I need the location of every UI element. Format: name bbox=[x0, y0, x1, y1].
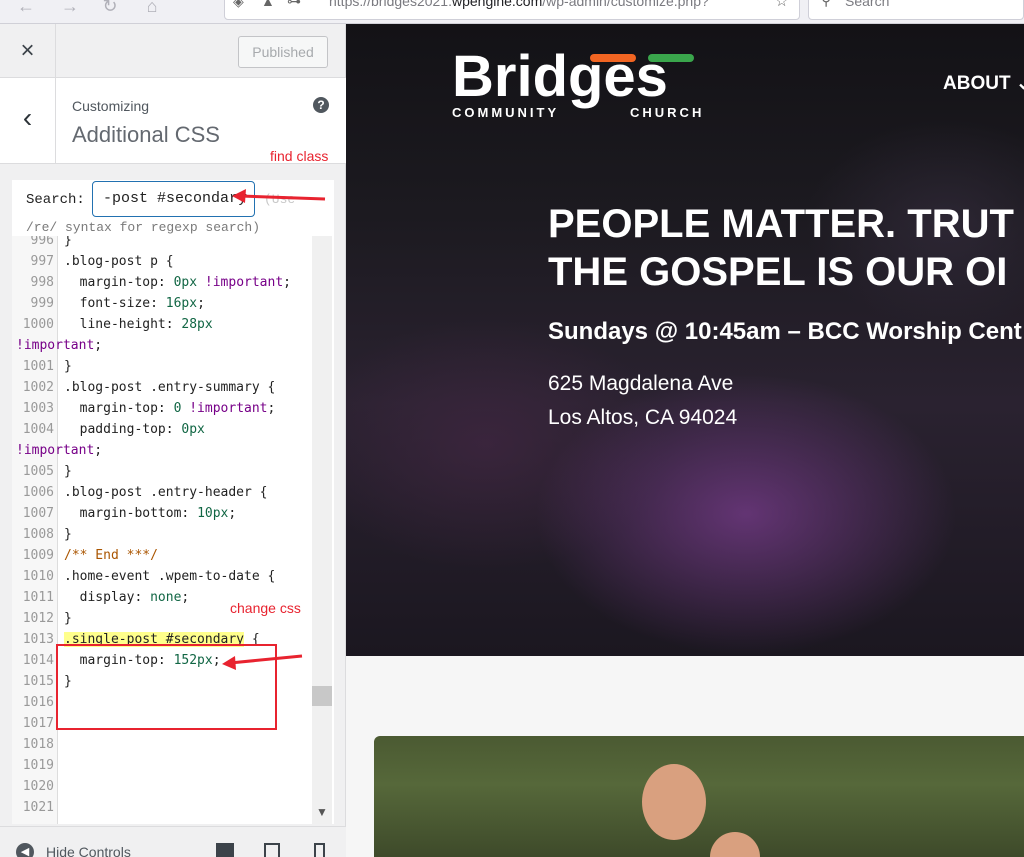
hero-section: Bridges COMMUNITY CHURCH ABOUT ⌄ PEOPLE … bbox=[346, 24, 1024, 656]
search-icon: ⚲ bbox=[821, 0, 832, 8]
photo-child-face bbox=[710, 832, 760, 857]
change-css-arrowhead bbox=[222, 656, 236, 670]
address-line-2: Los Altos, CA 94024 bbox=[548, 406, 738, 429]
bridges-logo: Bridges COMMUNITY CHURCH bbox=[452, 44, 704, 120]
annotation-arrows bbox=[222, 189, 326, 670]
find-class-arrow bbox=[239, 194, 326, 201]
screenshot-root: ← → ↻ ⌂ ◈ ▲ ⊶ https://bridges2021.wpengi… bbox=[0, 0, 1024, 857]
nav-about[interactable]: ABOUT ⌄ bbox=[943, 72, 1024, 95]
service-time: Sundays @ 10:45am – BCC Worship Cent bbox=[548, 318, 1022, 345]
family-photo bbox=[374, 736, 1024, 857]
hero-headline-line-1: PEOPLE MATTER. TRUT bbox=[548, 202, 1014, 246]
site-preview: Bridges COMMUNITY CHURCH ABOUT ⌄ PEOPLE … bbox=[346, 24, 1024, 857]
logo-sub-right: CHURCH bbox=[630, 105, 704, 120]
hero-headline-line-2: THE GOSPEL IS OUR OI bbox=[548, 250, 1008, 294]
bookmark-star-icon[interactable]: ☆ bbox=[775, 0, 788, 10]
photo-person-face bbox=[642, 764, 706, 840]
address-line-1: 625 Magdalena Ave bbox=[548, 372, 734, 395]
url-text: https://bridges2021.wpengine.com/wp-admi… bbox=[329, 0, 709, 9]
logo-green-swoosh bbox=[648, 54, 694, 62]
change-css-arrow bbox=[229, 654, 303, 665]
logo-word: Bridges bbox=[452, 44, 668, 109]
logo-sub-left: COMMUNITY bbox=[452, 105, 559, 120]
hero-headline: PEOPLE MATTER. TRUT THE GOSPEL IS OUR OI bbox=[548, 200, 1014, 296]
browser-search-placeholder: Search bbox=[845, 0, 890, 9]
find-class-arrowhead bbox=[232, 189, 246, 203]
logo-orange-swoosh bbox=[590, 54, 636, 62]
browser-search-box[interactable]: ⚲ Search bbox=[808, 0, 1024, 20]
